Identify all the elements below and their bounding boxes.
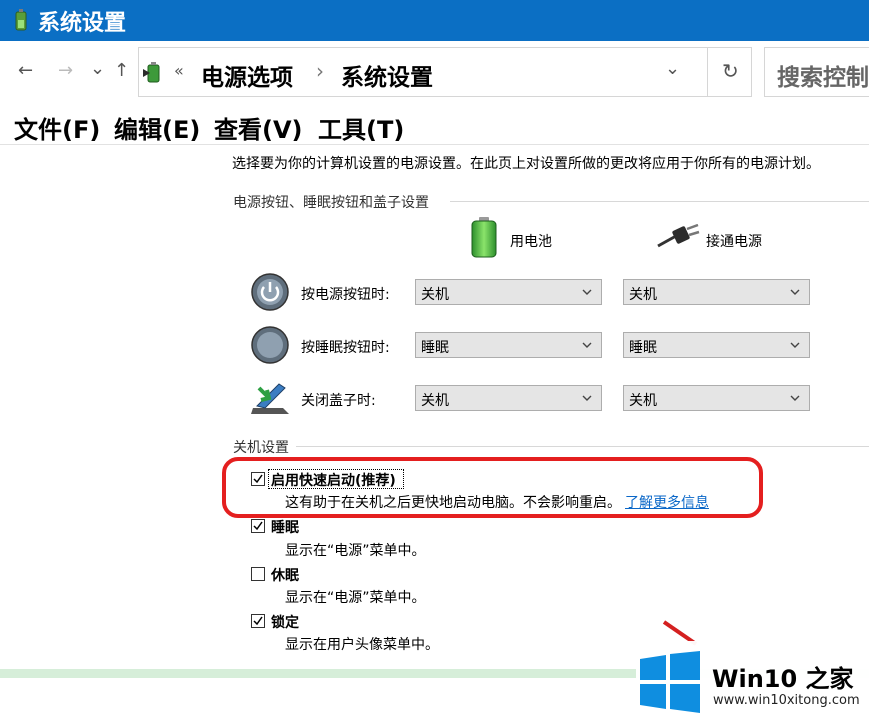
title-bar: 系统设置 (0, 0, 869, 41)
power-plug-icon (657, 224, 700, 248)
power-buttons-section-title: 电源按钮、睡眠按钮和盖子设置 (233, 195, 429, 211)
menu-view[interactable]: 查看(V) (214, 110, 303, 145)
breadcrumb-power-options[interactable]: 电源选项 (201, 58, 293, 92)
chevron-down-icon (790, 342, 800, 348)
power-button-icon (251, 273, 289, 311)
up-button[interactable]: ↑ (114, 60, 129, 81)
refresh-button[interactable]: ↻ (707, 48, 754, 96)
lid-close-label: 关闭盖子时: (301, 393, 376, 409)
recent-locations-button[interactable]: ⌄ (90, 58, 105, 79)
sleep-option-label[interactable]: 睡眠 (271, 517, 299, 537)
chevron-down-icon (582, 395, 592, 401)
power-button-battery-select[interactable]: 关机 (415, 279, 602, 305)
menu-edit[interactable]: 编辑(E) (114, 110, 200, 145)
sleep-checkbox[interactable] (251, 519, 265, 533)
lid-close-plugged-select[interactable]: 关机 (623, 385, 810, 411)
intro-text: 选择要为你的计算机设置的电源设置。在此页上对设置所做的更改将应用于你所有的电源计… (232, 156, 820, 172)
address-bar[interactable]: « 电源选项 › 系统设置 ⌄ ↻ (138, 47, 752, 97)
control-panel-icon (143, 62, 160, 83)
column-plugged-in: 接通电源 (706, 234, 762, 250)
address-dropdown-button[interactable]: ⌄ (665, 58, 680, 79)
watermark-title: Win10 之家 (712, 665, 854, 693)
check-icon (253, 616, 263, 626)
lock-checkbox[interactable] (251, 614, 265, 628)
chevron-down-icon (790, 289, 800, 295)
battery-icon (471, 217, 497, 258)
forward-button[interactable]: → (58, 60, 73, 81)
shutdown-section-title: 关机设置 (233, 440, 289, 456)
address-overflow[interactable]: « (174, 61, 184, 80)
power-button-label: 按电源按钮时: (301, 287, 390, 303)
laptop-lid-icon (251, 383, 289, 414)
windows-logo-icon (640, 651, 700, 713)
window-title: 系统设置 (38, 11, 127, 36)
watermark-url: www.win10xitong.com (713, 693, 860, 708)
menu-tools[interactable]: 工具(T) (318, 110, 404, 145)
lock-option-description: 显示在用户头像菜单中。 (285, 637, 439, 653)
power-options-icon (15, 9, 27, 31)
breadcrumb-system-settings[interactable]: 系统设置 (341, 58, 433, 92)
menu-file[interactable]: 文件(F) (14, 110, 100, 145)
sleep-option-description: 显示在“电源”菜单中。 (285, 543, 426, 559)
sleep-button-battery-select[interactable]: 睡眠 (415, 332, 602, 358)
sleep-button-label: 按睡眠按钮时: (301, 340, 390, 356)
lock-option-label[interactable]: 锁定 (271, 612, 299, 632)
back-button[interactable]: ← (18, 60, 33, 81)
select-value: 睡眠 (629, 340, 657, 356)
check-icon (253, 521, 263, 531)
search-input[interactable]: 搜索控制 (777, 58, 869, 92)
select-value: 睡眠 (421, 340, 449, 356)
hibernate-checkbox[interactable] (251, 567, 265, 581)
chevron-down-icon (582, 342, 592, 348)
hibernate-option-description: 显示在“电源”菜单中。 (285, 590, 426, 606)
annotation-highlight (222, 457, 763, 518)
hibernate-option-label[interactable]: 休眠 (271, 565, 299, 585)
search-box[interactable]: 搜索控制 (764, 47, 869, 97)
section-divider (296, 446, 869, 447)
column-battery: 用电池 (510, 234, 552, 250)
chevron-down-icon (790, 395, 800, 401)
menu-bar: 文件(F) 编辑(E) 查看(V) 工具(T) (0, 108, 869, 145)
select-value: 关机 (421, 287, 449, 303)
section-divider (450, 201, 869, 202)
sleep-button-icon (251, 326, 289, 364)
select-value: 关机 (629, 287, 657, 303)
select-value: 关机 (421, 393, 449, 409)
lid-close-battery-select[interactable]: 关机 (415, 385, 602, 411)
chevron-down-icon (582, 289, 592, 295)
power-button-plugged-select[interactable]: 关机 (623, 279, 810, 305)
sleep-button-plugged-select[interactable]: 睡眠 (623, 332, 810, 358)
refresh-icon: ↻ (722, 59, 739, 83)
select-value: 关机 (629, 393, 657, 409)
breadcrumb-separator[interactable]: › (316, 59, 324, 83)
